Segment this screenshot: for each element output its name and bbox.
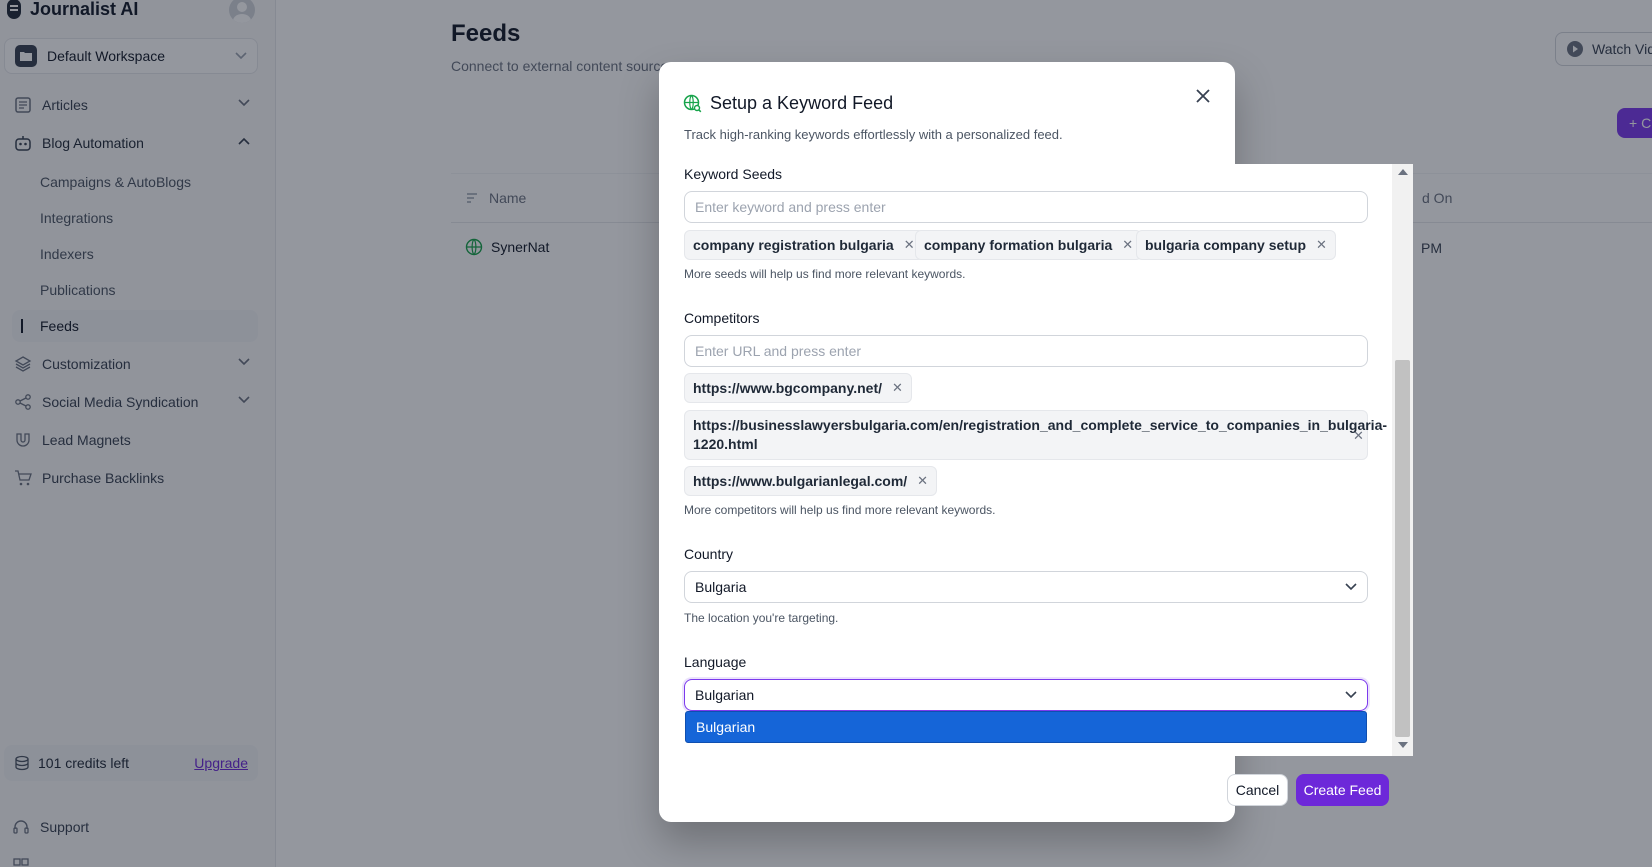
language-option[interactable]: Bulgarian bbox=[685, 711, 1367, 743]
modal-title: Setup a Keyword Feed bbox=[683, 93, 893, 114]
cancel-button[interactable]: Cancel bbox=[1227, 774, 1288, 806]
language-label: Language bbox=[684, 654, 747, 670]
remove-chip-icon[interactable]: ✕ bbox=[892, 380, 903, 396]
scrollbar-thumb[interactable] bbox=[1395, 360, 1410, 737]
close-button[interactable] bbox=[1191, 84, 1215, 108]
remove-chip-icon[interactable]: ✕ bbox=[1353, 426, 1364, 445]
close-icon bbox=[1196, 89, 1210, 103]
chip-text: company registration bulgaria bbox=[693, 237, 894, 253]
keyword-seeds-hint: More seeds will help us find more releva… bbox=[684, 267, 966, 281]
scroll-down-arrow-icon[interactable] bbox=[1398, 742, 1408, 748]
create-feed-button[interactable]: Create Feed bbox=[1296, 774, 1389, 806]
competitors-input[interactable] bbox=[684, 335, 1368, 367]
competitors-hint: More competitors will help us find more … bbox=[684, 503, 996, 517]
chip-text: https://www.bgcompany.net/ bbox=[693, 380, 882, 396]
competitor-chip: https://www.bulgarianlegal.com/ ✕ bbox=[684, 466, 938, 496]
scroll-up-arrow-icon[interactable] bbox=[1398, 169, 1408, 175]
competitor-chip: https://businesslawyersbulgaria.com/en/r… bbox=[684, 410, 1388, 460]
keyword-chip: company formation bulgaria ✕ bbox=[915, 230, 1143, 260]
remove-chip-icon[interactable]: ✕ bbox=[1316, 237, 1327, 253]
modal-description: Track high-ranking keywords effortlessly… bbox=[684, 127, 1063, 142]
remove-chip-icon[interactable]: ✕ bbox=[904, 237, 915, 253]
chip-text: https://businesslawyersbulgaria.com/en/r… bbox=[693, 417, 1388, 452]
language-value: Bulgarian bbox=[695, 687, 755, 703]
chevron-down-icon bbox=[1345, 583, 1357, 591]
chevron-down-icon bbox=[1345, 691, 1357, 699]
country-value: Bulgaria bbox=[695, 579, 747, 595]
keyword-chip: company registration bulgaria ✕ bbox=[684, 230, 924, 260]
competitor-chip: https://www.bgcompany.net/ ✕ bbox=[684, 373, 912, 403]
remove-chip-icon[interactable]: ✕ bbox=[1122, 237, 1133, 253]
scrollbar[interactable] bbox=[1392, 164, 1413, 756]
modal-scroll-area[interactable]: Keyword Seeds company registration bulga… bbox=[659, 164, 1413, 756]
country-hint: The location you're targeting. bbox=[684, 611, 839, 625]
keyword-chip: bulgaria company setup ✕ bbox=[1136, 230, 1336, 260]
language-select[interactable]: Bulgarian bbox=[684, 679, 1368, 711]
modal-title-text: Setup a Keyword Feed bbox=[710, 93, 894, 113]
competitors-label: Competitors bbox=[684, 310, 760, 326]
chip-text: bulgaria company setup bbox=[1145, 237, 1307, 253]
country-label: Country bbox=[684, 546, 734, 562]
country-select[interactable]: Bulgaria bbox=[684, 571, 1368, 603]
chip-text: https://www.bulgarianlegal.com/ bbox=[693, 473, 908, 489]
chip-text: company formation bulgaria bbox=[924, 237, 1113, 253]
globe-search-icon bbox=[683, 94, 702, 113]
remove-chip-icon[interactable]: ✕ bbox=[917, 473, 928, 489]
keyword-seeds-input[interactable] bbox=[684, 191, 1368, 223]
keyword-seeds-label: Keyword Seeds bbox=[684, 166, 783, 182]
